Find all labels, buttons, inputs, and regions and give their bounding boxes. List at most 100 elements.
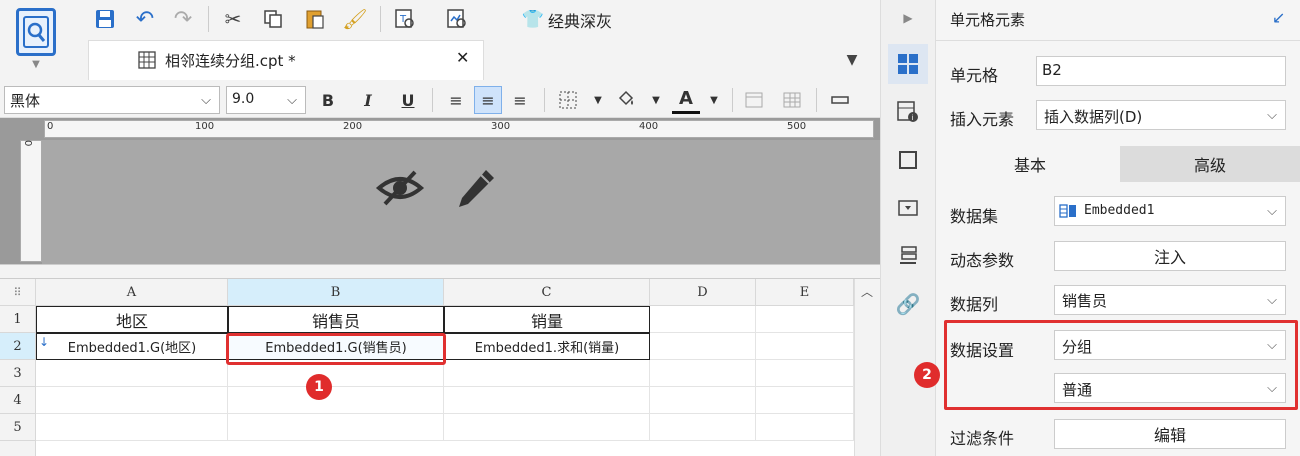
cut-icon[interactable]: ✂: [220, 6, 246, 32]
grid-cell[interactable]: [444, 414, 650, 441]
copy-icon[interactable]: [260, 6, 286, 32]
grid-splitter[interactable]: [0, 264, 880, 279]
chevron-down-icon[interactable]: ▼: [700, 86, 728, 114]
inject-button[interactable]: 注入: [1054, 241, 1286, 271]
grid-cell[interactable]: 地区: [36, 306, 228, 333]
align-center-icon[interactable]: ≡: [474, 86, 502, 114]
chevron-right-icon[interactable]: ▶: [898, 8, 918, 28]
grid-cell[interactable]: [756, 387, 854, 414]
grid-cell[interactable]: [36, 414, 228, 441]
paste-icon[interactable]: [302, 6, 328, 32]
column-header[interactable]: A: [36, 279, 228, 306]
chevron-down-icon[interactable]: ⌵: [196, 88, 216, 112]
frame-icon[interactable]: [894, 146, 922, 174]
chevron-down-icon[interactable]: ⌵: [1262, 105, 1282, 125]
grid-cell[interactable]: [36, 387, 228, 414]
column-header[interactable]: C: [444, 279, 650, 306]
theme-button[interactable]: 经典深灰: [548, 8, 612, 32]
close-icon[interactable]: ✕: [456, 48, 469, 67]
column-header[interactable]: E: [756, 279, 854, 306]
tab-menu-icon[interactable]: ▼: [840, 48, 864, 72]
grid-cell[interactable]: Embedded1.求和(销量): [444, 333, 650, 360]
grid-cell[interactable]: [444, 360, 650, 387]
chevron-down-icon[interactable]: ⌵: [282, 88, 302, 112]
preview-text-icon[interactable]: T: [392, 6, 418, 32]
save-icon[interactable]: [92, 6, 118, 32]
grid-cell[interactable]: [650, 387, 756, 414]
chevron-down-icon[interactable]: ▼: [28, 58, 44, 70]
svg-text:i: i: [912, 114, 914, 122]
insert-row-icon[interactable]: [826, 86, 854, 114]
chevron-down-icon[interactable]: ⌵: [1262, 290, 1282, 310]
row-header[interactable]: 5: [0, 414, 36, 441]
fill-color-icon[interactable]: [612, 86, 640, 114]
grid-cell[interactable]: ↓ Embedded1.G(地区): [36, 333, 228, 360]
grid-cell[interactable]: [756, 360, 854, 387]
chevron-up-icon[interactable]: ︿: [858, 282, 876, 300]
cell-input[interactable]: [1036, 56, 1286, 86]
column-header[interactable]: D: [650, 279, 756, 306]
font-color-button[interactable]: A: [672, 86, 700, 114]
chevron-down-icon[interactable]: ▼: [642, 86, 670, 114]
underline-button[interactable]: U: [394, 86, 422, 114]
chevron-down-icon[interactable]: ⌵: [1262, 201, 1282, 221]
select-all-corner[interactable]: ⠿: [0, 279, 36, 306]
cell-element-icon[interactable]: [894, 50, 922, 78]
grid-cell[interactable]: [36, 360, 228, 387]
grid-cell[interactable]: [444, 387, 650, 414]
toolbar-divider: [380, 6, 381, 32]
pencil-icon[interactable]: [448, 160, 504, 216]
eye-off-icon[interactable]: [372, 160, 428, 216]
grid-cell[interactable]: [650, 414, 756, 441]
condition-icon[interactable]: [894, 242, 922, 270]
grid-cell[interactable]: [650, 333, 756, 360]
italic-button[interactable]: I: [354, 86, 382, 114]
collapse-arrow-icon[interactable]: ↙: [1272, 8, 1285, 27]
insert-label: 插入元素: [950, 110, 1015, 129]
grid-cell[interactable]: [756, 306, 854, 333]
ruler-tick: 100: [195, 121, 215, 132]
hyperlink-icon[interactable]: 🔗: [894, 290, 922, 318]
theme-shirt-icon[interactable]: 👕: [520, 6, 546, 32]
split-cell-icon[interactable]: [778, 86, 806, 114]
format-brush-icon[interactable]: 🖌: [342, 6, 368, 32]
row-header[interactable]: 4: [0, 387, 36, 414]
grid-cell[interactable]: [756, 414, 854, 441]
insert-element-value: 插入数据列(D): [1044, 108, 1143, 126]
row-header[interactable]: 3: [0, 360, 36, 387]
grid-cell[interactable]: [228, 387, 444, 414]
cell-attribute-icon[interactable]: i: [894, 98, 922, 126]
vertical-scrollbar[interactable]: [854, 279, 880, 456]
row-header[interactable]: 1: [0, 306, 36, 333]
grid-cell[interactable]: [650, 306, 756, 333]
grid-cell[interactable]: 销量: [444, 306, 650, 333]
merge-cell-icon[interactable]: [740, 86, 768, 114]
grid-cell[interactable]: [756, 333, 854, 360]
bold-button[interactable]: B: [314, 86, 342, 114]
toolbar-divider: [732, 88, 733, 112]
row-header[interactable]: 2: [0, 333, 36, 360]
redo-icon[interactable]: ↷: [170, 6, 196, 32]
annotation-badge-1: 1: [306, 374, 332, 400]
tab-advanced[interactable]: 高级: [1120, 146, 1300, 182]
preview-chart-icon[interactable]: [444, 6, 470, 32]
grid-cell[interactable]: [228, 414, 444, 441]
designer-logo-icon[interactable]: [16, 8, 56, 56]
dynamic-param-label: 动态参数: [950, 251, 1015, 270]
dataset-value: Embedded1: [1084, 203, 1155, 218]
grid-cell[interactable]: 销售员: [228, 306, 444, 333]
align-right-icon[interactable]: ≡: [506, 86, 534, 114]
widget-icon[interactable]: [894, 194, 922, 222]
column-header[interactable]: B: [228, 279, 444, 306]
cell-label: 单元格: [950, 66, 999, 85]
grid-cell[interactable]: [650, 360, 756, 387]
border-icon[interactable]: [554, 86, 582, 114]
undo-icon[interactable]: ↶: [132, 6, 158, 32]
row-header[interactable]: [0, 441, 36, 456]
chevron-down-icon[interactable]: ▼: [584, 86, 612, 114]
align-left-icon[interactable]: ≡: [442, 86, 470, 114]
tab-basic[interactable]: 基本: [940, 146, 1120, 182]
edit-filter-button[interactable]: 编辑: [1054, 419, 1286, 449]
annotation-highlight-settings: [944, 320, 1298, 410]
tab-title: 相邻连续分组.cpt *: [165, 52, 296, 70]
